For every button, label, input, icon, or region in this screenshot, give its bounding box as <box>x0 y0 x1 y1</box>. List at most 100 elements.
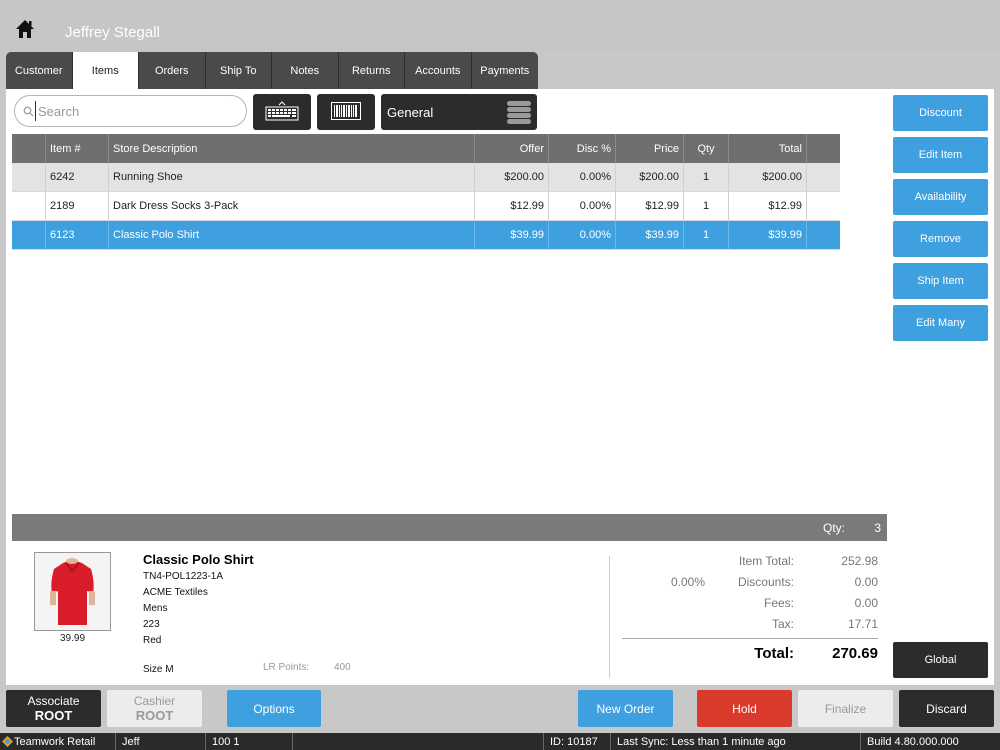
product-image[interactable] <box>34 552 111 631</box>
row-selector[interactable] <box>12 163 46 191</box>
search-icon <box>23 106 34 117</box>
keyboard-button[interactable] <box>253 94 311 130</box>
home-icon[interactable] <box>14 18 42 44</box>
discounts-value: 0.00 <box>854 575 878 589</box>
fees-value: 0.00 <box>854 596 878 610</box>
edit-many-button[interactable]: Edit Many <box>893 305 988 341</box>
top-bar: Jeffrey Stegall <box>0 0 1000 52</box>
product-name: Classic Polo Shirt <box>143 552 254 567</box>
price-list-value: General <box>387 104 434 120</box>
remove-button[interactable]: Remove <box>893 221 988 257</box>
item-total-value: 252.98 <box>841 554 878 568</box>
lr-points-label: LR Points: <box>263 662 310 673</box>
fees-label: Fees: <box>763 596 794 610</box>
tab-payments[interactable]: Payments <box>471 52 538 89</box>
discount-button[interactable]: Discount <box>893 95 988 131</box>
status-id: ID: 10187 <box>543 733 608 750</box>
teamwork-logo-icon <box>2 736 13 750</box>
cell-spacer <box>807 221 840 249</box>
product-style: 223 <box>143 619 160 630</box>
row-selector[interactable] <box>12 221 46 249</box>
cell-total: $200.00 <box>729 163 807 191</box>
cell-price: $12.99 <box>616 192 684 220</box>
status-spacer <box>292 733 542 750</box>
qty-value: 3 <box>874 521 881 535</box>
column-header-price[interactable]: Price <box>616 134 684 163</box>
column-header-description[interactable]: Store Description <box>109 134 475 163</box>
column-header <box>807 134 840 163</box>
tab-ship-to[interactable]: Ship To <box>205 52 272 89</box>
product-vendor: ACME Textiles <box>143 587 208 598</box>
status-app: Teamwork Retail <box>0 733 113 750</box>
associate-value: ROOT <box>34 708 73 723</box>
cell-description: Running Shoe <box>109 163 475 191</box>
price-list-select[interactable]: General <box>381 94 537 130</box>
tab-orders[interactable]: Orders <box>139 52 206 89</box>
column-header <box>12 134 46 163</box>
cell-spacer <box>807 192 840 220</box>
cell-spacer <box>807 163 840 191</box>
barcode-button[interactable] <box>317 94 375 130</box>
cell-offer: $200.00 <box>475 163 549 191</box>
total-label: Total: <box>754 645 794 662</box>
tab-notes[interactable]: Notes <box>272 52 339 89</box>
tab-returns[interactable]: Returns <box>338 52 405 89</box>
table-header: Item # Store Description Offer Disc % Pr… <box>12 134 840 163</box>
tab-customer[interactable]: Customer <box>6 52 73 89</box>
column-header-qty[interactable]: Qty <box>684 134 729 163</box>
status-app-name: Teamwork Retail <box>14 735 96 748</box>
cell-qty: 1 <box>684 221 729 249</box>
total-value: 270.69 <box>832 645 878 662</box>
customer-name[interactable]: Jeffrey Stegall <box>65 24 160 41</box>
status-sync: Last Sync: Less than 1 minute ago <box>610 733 858 750</box>
discount-percent: 0.00% <box>671 575 706 589</box>
status-user: Jeff <box>115 733 203 750</box>
column-header-item-number[interactable]: Item # <box>46 134 109 163</box>
product-price: 39.99 <box>59 633 86 644</box>
qty-label: Qty: <box>822 521 845 535</box>
edit-item-button[interactable]: Edit Item <box>893 137 988 173</box>
barcode-icon <box>331 101 361 123</box>
finalize-button[interactable]: Finalize <box>798 690 893 727</box>
cashier-button[interactable]: Cashier ROOT <box>107 690 202 727</box>
table-row-selected[interactable]: 6123 Classic Polo Shirt $39.99 0.00% $39… <box>12 221 840 250</box>
associate-button[interactable]: Associate ROOT <box>6 690 101 727</box>
cell-total: $12.99 <box>729 192 807 220</box>
cell-qty: 1 <box>684 163 729 191</box>
tab-items[interactable]: Items <box>72 52 139 89</box>
cell-item-number: 6242 <box>46 163 109 191</box>
divider <box>609 556 610 678</box>
status-build: Build 4.80.000.000 <box>860 733 1000 750</box>
column-header-total[interactable]: Total <box>729 134 807 163</box>
product-color: Red <box>143 635 162 646</box>
cell-description: Classic Polo Shirt <box>109 221 475 249</box>
global-button[interactable]: Global <box>893 642 988 678</box>
search-input[interactable] <box>35 101 235 121</box>
cell-qty: 1 <box>684 192 729 220</box>
hold-button[interactable]: Hold <box>697 690 792 727</box>
table-row[interactable]: 6242 Running Shoe $200.00 0.00% $200.00 … <box>12 163 840 192</box>
cell-description: Dark Dress Socks 3-Pack <box>109 192 475 220</box>
cell-item-number: 2189 <box>46 192 109 220</box>
cell-disc: 0.00% <box>549 192 616 220</box>
tab-accounts[interactable]: Accounts <box>405 52 472 89</box>
discard-button[interactable]: Discard <box>899 690 994 727</box>
row-selector[interactable] <box>12 192 46 220</box>
cell-price: $200.00 <box>616 163 684 191</box>
cell-offer: $39.99 <box>475 221 549 249</box>
options-button[interactable]: Options <box>227 690 321 727</box>
cell-item-number: 6123 <box>46 221 109 249</box>
new-order-button[interactable]: New Order <box>578 690 673 727</box>
column-header-disc[interactable]: Disc % <box>549 134 616 163</box>
qty-bar: Qty: 3 <box>12 514 887 541</box>
product-size: Size M <box>143 664 174 675</box>
cashier-value: ROOT <box>135 708 174 723</box>
table-row[interactable]: 2189 Dark Dress Socks 3-Pack $12.99 0.00… <box>12 192 840 221</box>
tax-value: 17.71 <box>847 617 878 631</box>
lr-points-value: 400 <box>334 662 351 673</box>
column-header-offer[interactable]: Offer <box>475 134 549 163</box>
item-total-label: Item Total: <box>738 554 794 568</box>
ship-item-button[interactable]: Ship Item <box>893 263 988 299</box>
search-box[interactable] <box>14 95 247 127</box>
availability-button[interactable]: Availability <box>893 179 988 215</box>
